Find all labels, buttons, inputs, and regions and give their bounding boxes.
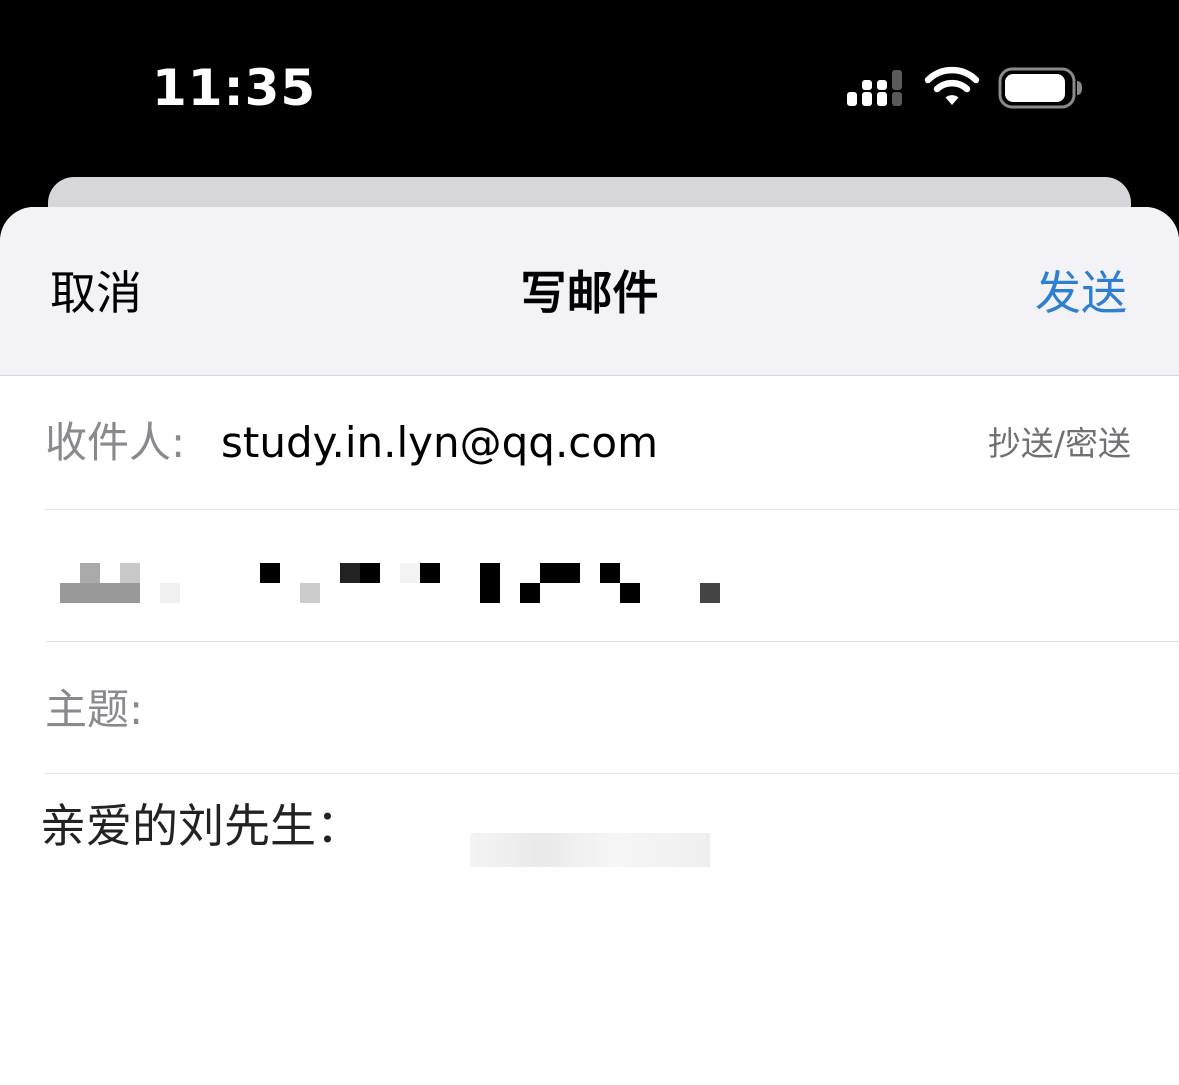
compose-sheet: 写邮件 取消 发送 收件人: study.in.lyn@qq.com 抄送/密送 xyxy=(0,207,1179,1085)
cc-bcc-button[interactable]: 抄送/密送 xyxy=(988,422,1131,466)
cancel-button[interactable]: 取消 xyxy=(50,263,142,323)
phone-screen: 11:35 写邮件 取消 发送 收件人: study.in.lyn@qq.com… xyxy=(0,0,1179,1085)
compose-nav-bar: 写邮件 取消 发送 xyxy=(0,207,1179,376)
cellular-signal-icon xyxy=(847,70,902,106)
status-time: 11:35 xyxy=(152,59,317,117)
compose-title: 写邮件 xyxy=(520,266,659,320)
to-recipient[interactable]: study.in.lyn@qq.com xyxy=(221,415,658,471)
subject-field-row[interactable]: 主题: xyxy=(45,642,1179,774)
email-body-greeting[interactable]: 亲爱的刘先生： xyxy=(40,796,362,856)
redacted-content xyxy=(45,510,1179,641)
subject-input[interactable] xyxy=(157,682,1141,740)
to-field-row[interactable]: 收件人: study.in.lyn@qq.com 抄送/密送 xyxy=(45,376,1179,510)
to-label: 收件人: xyxy=(45,418,186,467)
battery-icon xyxy=(998,67,1082,109)
wifi-icon xyxy=(924,66,980,105)
subject-label: 主题: xyxy=(45,685,144,734)
send-button[interactable]: 发送 xyxy=(1035,263,1127,323)
body-blur-artifact xyxy=(470,833,710,867)
redacted-field-row[interactable] xyxy=(45,510,1179,642)
